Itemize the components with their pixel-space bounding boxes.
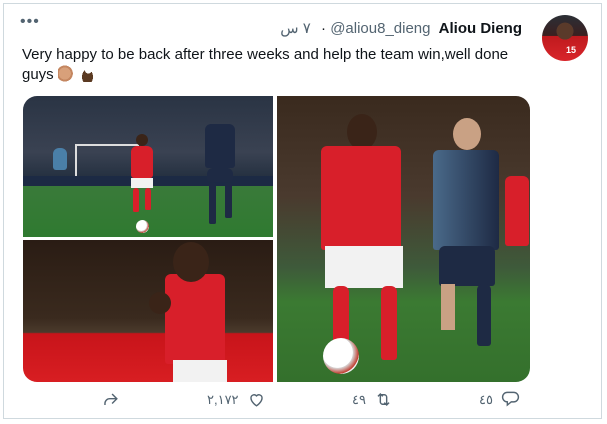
red-player-head xyxy=(136,134,148,146)
reply-icon xyxy=(501,391,520,407)
navy-player-large xyxy=(433,150,499,250)
red-player-head-large xyxy=(347,114,377,150)
red-player-leg xyxy=(133,188,139,212)
photo-right[interactable] xyxy=(277,96,530,382)
navy-player-leg xyxy=(209,182,216,224)
photo-top-left[interactable] xyxy=(23,96,273,237)
red-player-celebrating xyxy=(165,274,225,364)
navy-player-head xyxy=(453,118,481,150)
navy-player-shorts xyxy=(207,168,233,182)
red-player-large-shorts xyxy=(325,246,403,288)
ball-large xyxy=(323,338,359,374)
navy-player-leg-2 xyxy=(225,182,232,218)
like-button[interactable]: ٢,١٧٢ xyxy=(207,390,266,409)
ball xyxy=(136,220,149,233)
red-player-dribbling xyxy=(131,146,153,178)
red-player-background xyxy=(505,176,529,246)
author-handle[interactable]: @aliou8_dieng xyxy=(330,20,430,37)
header-separator: · xyxy=(316,20,331,37)
media-grid xyxy=(23,96,530,382)
share-button[interactable] xyxy=(101,390,120,409)
celebrating-player-head xyxy=(173,242,209,282)
navy-player-large-leg xyxy=(441,284,455,330)
reply-count: ٤٥ xyxy=(479,391,493,407)
celebrating-player-shorts xyxy=(173,360,227,382)
tweet-actions: ٤٥ ٤٩ ٢,١٧٢ xyxy=(4,388,603,418)
retweet-count: ٤٩ xyxy=(352,391,366,407)
author-avatar[interactable]: 15 xyxy=(542,15,588,61)
celebrating-player-fist xyxy=(149,292,171,314)
like-count: ٢,١٧٢ xyxy=(207,391,239,407)
navy-player-large-leg-2 xyxy=(477,284,491,346)
author-name[interactable]: Aliou Dieng xyxy=(439,20,522,37)
more-icon[interactable]: ••• xyxy=(20,13,40,31)
navy-player xyxy=(205,124,235,168)
blue-player-left xyxy=(53,148,67,170)
red-player-leg-2 xyxy=(145,188,151,210)
tweet-body: Very happy to be back after three weeks … xyxy=(22,45,532,85)
tweet-time[interactable]: ٧ س xyxy=(280,20,311,37)
tweet-card[interactable]: 15 ••• ٧ س · @aliou8_dieng Aliou Dieng V… xyxy=(3,3,602,419)
avatar-shirt-number: 15 xyxy=(566,45,577,55)
red-player-shorts xyxy=(131,178,153,188)
photo-bottom-left[interactable] xyxy=(23,240,273,382)
flexed-biceps-icon xyxy=(57,65,75,82)
like-icon xyxy=(249,394,263,407)
retweet-button[interactable]: ٤٩ xyxy=(352,390,393,409)
red-player-large xyxy=(321,146,401,250)
eagle-icon xyxy=(79,65,97,82)
share-icon xyxy=(104,393,118,406)
retweet-icon xyxy=(377,392,390,407)
tweet-header: ٧ س · @aliou8_dieng Aliou Dieng xyxy=(280,19,522,37)
navy-player-large-shorts xyxy=(439,246,495,286)
red-player-large-leg-2 xyxy=(381,286,397,360)
reply-button[interactable]: ٤٥ xyxy=(479,390,520,409)
